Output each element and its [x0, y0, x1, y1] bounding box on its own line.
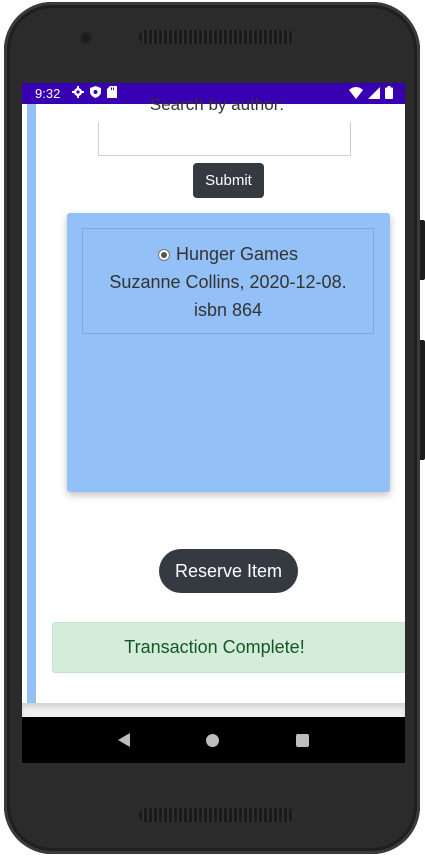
bottom-speaker: [139, 808, 294, 822]
reserve-item-button[interactable]: Reserve Item: [159, 549, 298, 593]
transaction-alert: Transaction Complete!: [52, 622, 405, 673]
submit-button[interactable]: Submit: [193, 163, 264, 198]
signal-icon: [368, 86, 380, 102]
gear-icon: [72, 86, 84, 101]
status-time: 9:32: [35, 86, 61, 101]
radio-selected-dot: [160, 251, 167, 258]
content-bottom-edge: [22, 703, 405, 717]
back-icon[interactable]: [118, 733, 131, 747]
home-icon[interactable]: [206, 733, 220, 747]
battery-icon: [385, 86, 393, 102]
results-card: Hunger Games Suzanne Collins, 2020-12-08…: [67, 213, 390, 492]
earpiece-speaker: [139, 30, 294, 44]
book-title: Hunger Games: [175, 244, 299, 264]
device-screen: 9:32 Search by author: Submit Hunger Gam…: [22, 83, 405, 763]
book-author-date: Suzanne Collins, 2020-12-08.: [109, 272, 347, 292]
book-isbn: isbn 864: [193, 300, 263, 320]
recent-apps-icon[interactable]: [295, 733, 309, 747]
list-item[interactable]: Hunger Games Suzanne Collins, 2020-12-08…: [82, 228, 374, 334]
result-radio[interactable]: [157, 248, 170, 261]
power-button: [420, 340, 425, 460]
volume-button: [420, 220, 425, 280]
left-accent-bar: [27, 104, 36, 703]
system-navigation-bar: [22, 717, 405, 763]
app-content: Search by author: Submit Hunger Games Su…: [22, 95, 405, 703]
search-label: Search by author:: [149, 95, 285, 114]
shield-icon: [90, 86, 101, 101]
front-camera: [80, 32, 92, 44]
search-input[interactable]: [98, 122, 351, 156]
wifi-icon: [349, 86, 363, 102]
